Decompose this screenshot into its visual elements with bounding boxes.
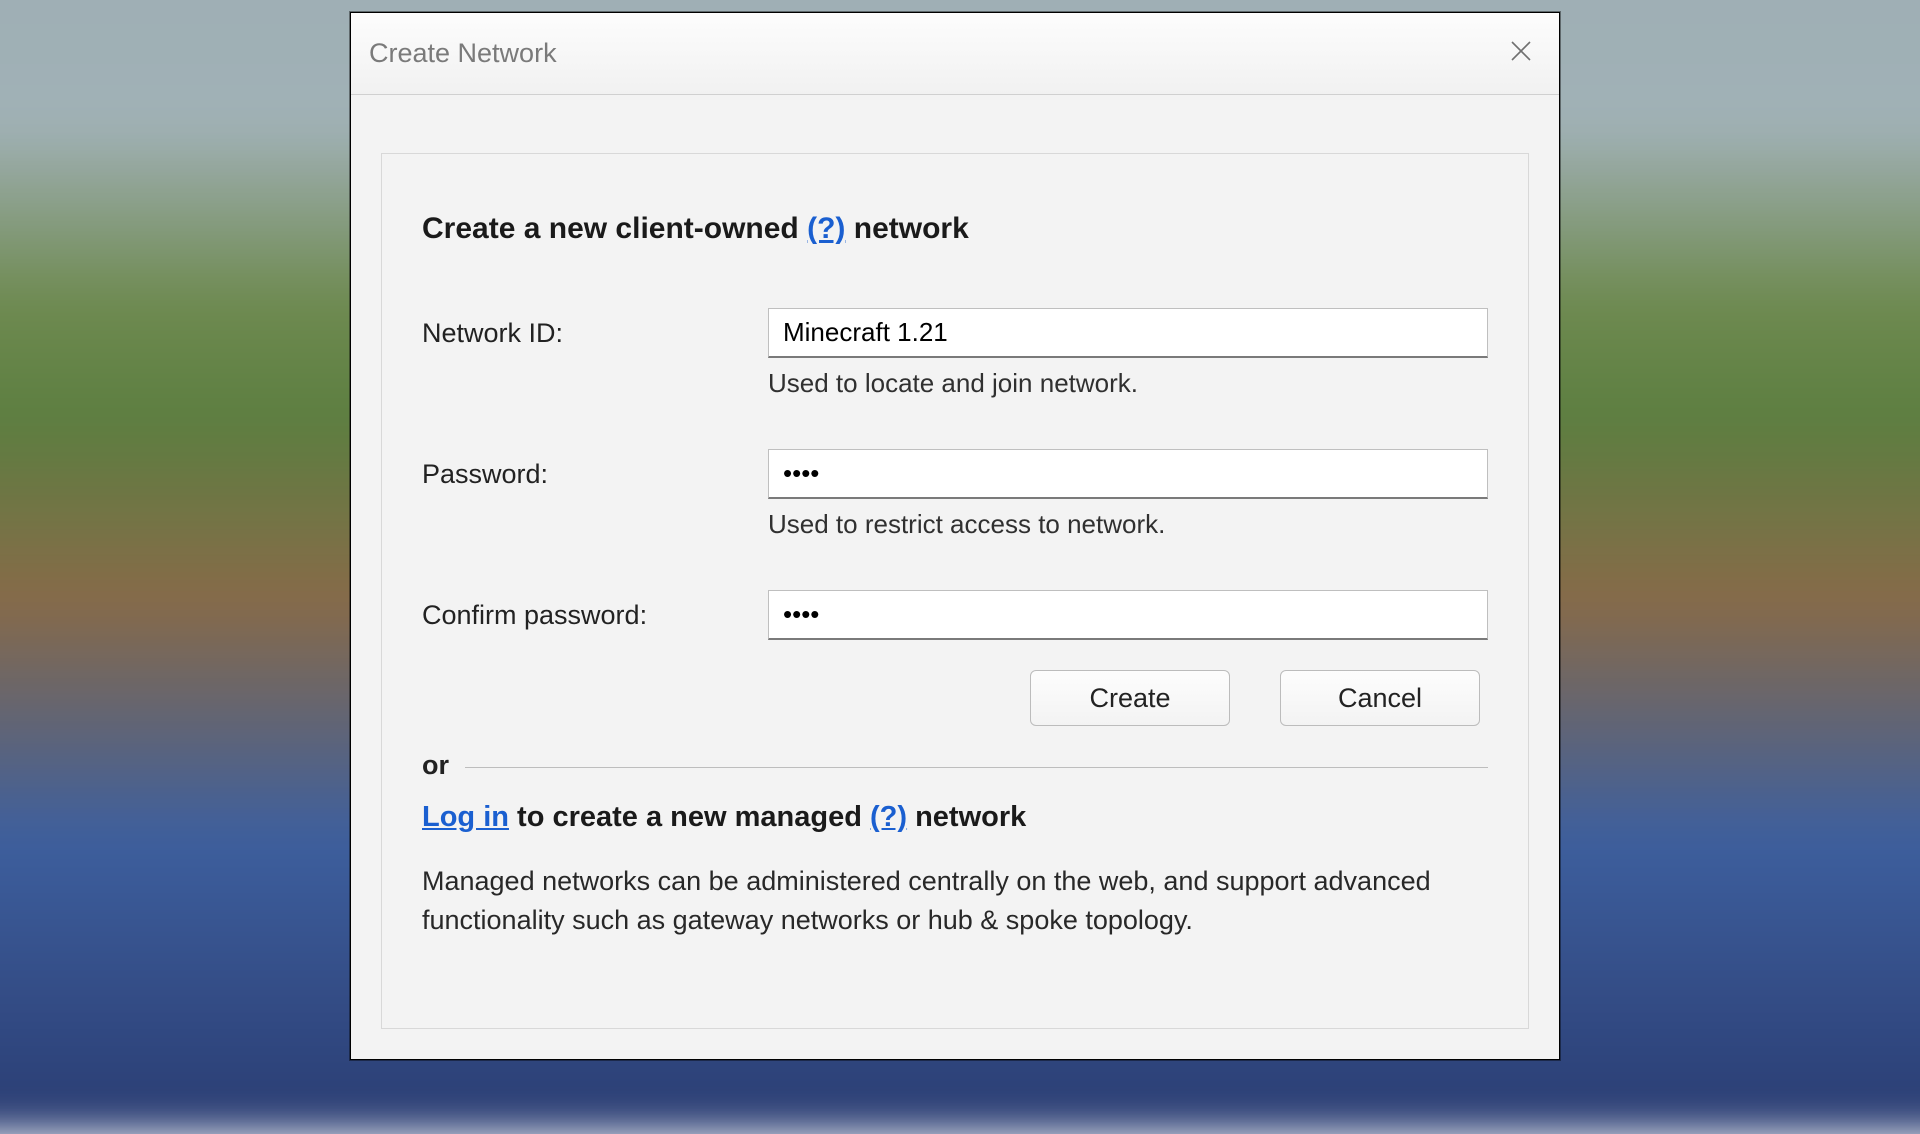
managed-description: Managed networks can be administered cen… (422, 862, 1472, 940)
managed-heading: Log in to create a new managed (?) netwo… (422, 801, 1488, 834)
network-id-hint: Used to locate and join network. (768, 368, 1488, 399)
confirm-password-row: Confirm password: (422, 590, 1488, 640)
confirm-password-label: Confirm password: (422, 590, 768, 631)
heading-prefix: Create a new client-owned (422, 212, 807, 245)
client-owned-help-link[interactable]: (?) (807, 212, 845, 245)
network-id-input[interactable] (768, 308, 1488, 358)
create-button[interactable]: Create (1030, 670, 1230, 726)
or-divider: or (422, 750, 1488, 781)
confirm-password-input[interactable] (768, 590, 1488, 640)
password-input[interactable] (768, 449, 1488, 499)
cancel-button[interactable]: Cancel (1280, 670, 1480, 726)
login-link[interactable]: Log in (422, 801, 509, 833)
divider-line (465, 767, 1488, 768)
managed-mid: to create a new managed (509, 801, 870, 833)
heading-suffix: network (845, 212, 968, 245)
dialog-titlebar: Create Network (351, 13, 1559, 95)
dialog-body: Create a new client-owned (?) network Ne… (381, 153, 1529, 1029)
close-icon (1509, 39, 1533, 68)
managed-suffix: network (907, 801, 1026, 833)
managed-help-link[interactable]: (?) (870, 801, 907, 833)
network-id-label: Network ID: (422, 308, 768, 349)
password-label: Password: (422, 449, 768, 490)
button-row: Create Cancel (422, 670, 1488, 726)
network-id-row: Network ID: Used to locate and join netw… (422, 308, 1488, 441)
close-button[interactable] (1501, 34, 1541, 74)
section-heading: Create a new client-owned (?) network (422, 212, 1488, 246)
password-hint: Used to restrict access to network. (768, 509, 1488, 540)
or-label: or (422, 750, 465, 781)
create-network-dialog: Create Network Create a new client-owned… (350, 12, 1560, 1060)
dialog-title: Create Network (369, 38, 557, 69)
password-row: Password: Used to restrict access to net… (422, 449, 1488, 582)
